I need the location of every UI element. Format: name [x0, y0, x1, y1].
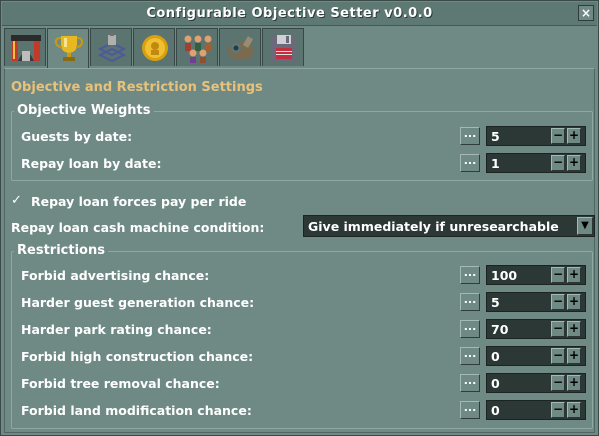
guests-by-date-increment-button[interactable]: + — [567, 128, 581, 144]
trophy-icon — [54, 36, 84, 61]
scenery-icon — [228, 36, 254, 60]
forbid-tree-removal-value[interactable]: 0 — [491, 376, 500, 391]
guests-by-date-label: Guests by date: — [21, 129, 133, 144]
forbid-tree-removal-increment-button[interactable]: + — [567, 375, 581, 391]
harder-guest-generation-decrement-button[interactable]: − — [551, 294, 565, 310]
cash-machine-condition-label: Repay loan cash machine condition: — [11, 220, 265, 235]
repay-loan-pay-per-ride-checkbox[interactable]: ✓ — [11, 194, 25, 208]
forbid-high-construction-label: Forbid high construction chance: — [21, 349, 254, 364]
repay-loan-pay-per-ride-label: Repay loan forces pay per ride — [31, 194, 247, 209]
tab-guests[interactable] — [176, 28, 218, 66]
title-bar[interactable]: Configurable Objective Setter v0.0.0 × — [2, 2, 597, 26]
tab-park-entrance[interactable] — [4, 28, 46, 66]
forbid-land-modification-decrement-button[interactable]: − — [551, 402, 565, 418]
restrictions-title: Restrictions — [14, 243, 108, 258]
guests-by-date-value[interactable]: 5 — [491, 129, 500, 144]
harder-guest-generation-dots-button[interactable]: ... — [460, 293, 480, 311]
cash-machine-condition-dropdown[interactable]: Give immediately if unresearchable ▼ — [303, 215, 595, 237]
guests-icon — [184, 35, 212, 63]
repay-loan-by-date-spinner[interactable]: 1 − + — [486, 153, 586, 173]
tab-finances[interactable] — [133, 28, 175, 66]
forbid-advertising-dots-button[interactable]: ... — [460, 266, 480, 284]
section-heading: Objective and Restriction Settings — [11, 80, 263, 95]
forbid-high-construction-value[interactable]: 0 — [491, 349, 500, 364]
objective-weights-title: Objective Weights — [14, 103, 154, 118]
harder-park-rating-decrement-button[interactable]: − — [551, 321, 565, 337]
forbid-tree-removal-dots-button[interactable]: ... — [460, 374, 480, 392]
forbid-tree-removal-label: Forbid tree removal chance: — [21, 376, 220, 391]
repay-loan-by-date-dots-button[interactable]: ... — [460, 154, 480, 172]
forbid-advertising-value[interactable]: 100 — [491, 268, 517, 283]
park-entrance-icon — [11, 35, 41, 61]
tab-scenery[interactable] — [219, 28, 261, 66]
forbid-advertising-increment-button[interactable]: + — [567, 267, 581, 283]
harder-guest-generation-value[interactable]: 5 — [491, 295, 500, 310]
chevron-down-icon[interactable]: ▼ — [577, 217, 593, 235]
guests-by-date-decrement-button[interactable]: − — [551, 128, 565, 144]
forbid-tree-removal-spinner[interactable]: 0 − + — [486, 373, 586, 393]
forbid-advertising-decrement-button[interactable]: − — [551, 267, 565, 283]
forbid-tree-removal-decrement-button[interactable]: − — [551, 375, 565, 391]
forbid-high-construction-decrement-button[interactable]: − — [551, 348, 565, 364]
guests-by-date-spinner[interactable]: 5 − + — [486, 126, 586, 146]
harder-park-rating-value[interactable]: 70 — [491, 322, 508, 337]
forbid-land-modification-spinner[interactable]: 0 − + — [486, 400, 586, 420]
harder-park-rating-increment-button[interactable]: + — [567, 321, 581, 337]
window-title: Configurable Objective Setter v0.0.0 — [146, 6, 433, 21]
tab-objectives[interactable] — [47, 28, 89, 69]
forbid-land-modification-value[interactable]: 0 — [491, 403, 500, 418]
tab-save[interactable] — [262, 28, 304, 66]
harder-guest-generation-label: Harder guest generation chance: — [21, 295, 255, 310]
harder-park-rating-spinner[interactable]: 70 − + — [486, 319, 586, 339]
forbid-advertising-label: Forbid advertising chance: — [21, 268, 210, 283]
harder-park-rating-label: Harder park rating chance: — [21, 322, 212, 337]
cash-machine-condition-value: Give immediately if unresearchable — [308, 219, 559, 234]
forbid-high-construction-spinner[interactable]: 0 − + — [486, 346, 586, 366]
research-icon — [97, 33, 127, 63]
close-button[interactable]: × — [578, 5, 594, 21]
forbid-land-modification-dots-button[interactable]: ... — [460, 401, 480, 419]
forbid-advertising-spinner[interactable]: 100 − + — [486, 265, 586, 285]
tab-research[interactable] — [90, 28, 132, 66]
repay-loan-by-date-value[interactable]: 1 — [491, 156, 500, 171]
harder-guest-generation-increment-button[interactable]: + — [567, 294, 581, 310]
objective-setter-window: Configurable Objective Setter v0.0.0 × O… — [0, 0, 599, 436]
forbid-high-construction-increment-button[interactable]: + — [567, 348, 581, 364]
harder-guest-generation-spinner[interactable]: 5 − + — [486, 292, 586, 312]
forbid-high-construction-dots-button[interactable]: ... — [460, 347, 480, 365]
forbid-land-modification-label: Forbid land modification chance: — [21, 403, 252, 418]
forbid-land-modification-increment-button[interactable]: + — [567, 402, 581, 418]
repay-loan-by-date-decrement-button[interactable]: − — [551, 155, 565, 171]
save-disk-icon — [272, 35, 296, 61]
harder-park-rating-dots-button[interactable]: ... — [460, 320, 480, 338]
coin-icon — [142, 35, 168, 61]
guests-by-date-dots-button[interactable]: ... — [460, 127, 480, 145]
repay-loan-by-date-increment-button[interactable]: + — [567, 155, 581, 171]
repay-loan-by-date-label: Repay loan by date: — [21, 156, 162, 171]
